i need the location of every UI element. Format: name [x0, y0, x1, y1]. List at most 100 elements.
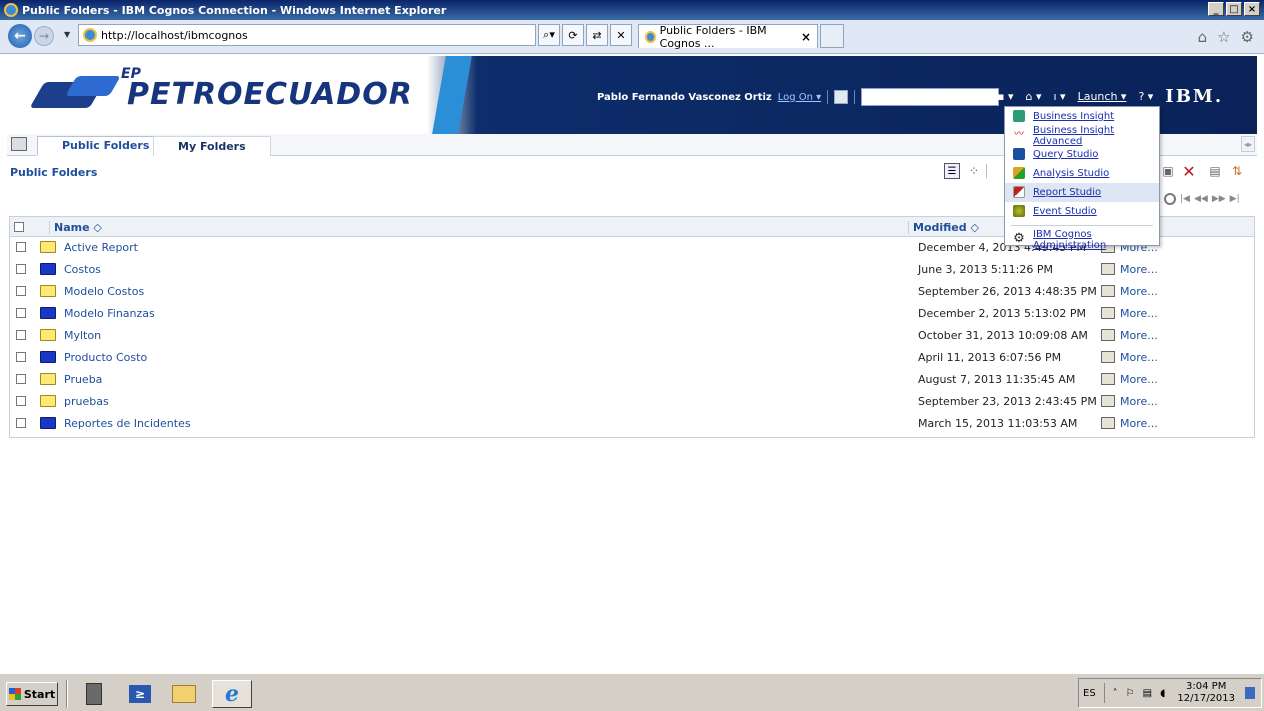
new-tab-button[interactable]	[820, 24, 844, 48]
delete-icon[interactable]: ✕	[1181, 162, 1197, 181]
table-row[interactable]: Modelo Costos September 26, 2013 4:48:35 …	[10, 281, 1254, 303]
forward-button[interactable]: →	[34, 26, 54, 46]
menu-item-label[interactable]: Event Studio	[1033, 206, 1097, 217]
breadcrumb[interactable]: Public Folders	[10, 166, 97, 179]
item-name-link[interactable]: Reportes de Incidentes	[64, 417, 191, 430]
launch-button[interactable]: Launch ▾	[1078, 90, 1127, 103]
more-link[interactable]: More...	[1120, 395, 1158, 408]
table-row[interactable]: Producto Costo April 11, 2013 6:07:56 PM M…	[10, 347, 1254, 369]
action-center-flag-icon[interactable]: ⚐	[1126, 688, 1135, 699]
menu-item-query-studio[interactable]: Query Studio	[1005, 145, 1159, 164]
menu-item-business-insight[interactable]: Business Insight	[1005, 107, 1159, 126]
refresh-page-icon[interactable]	[834, 90, 849, 104]
item-name-link[interactable]: Modelo Costos	[64, 285, 144, 298]
item-name-link[interactable]: Producto Costo	[64, 351, 147, 364]
stop-icon[interactable]: ✕	[610, 24, 632, 46]
more-actions-icon[interactable]	[1101, 417, 1115, 429]
address-search-icon[interactable]: ⌕▾	[538, 24, 560, 46]
row-checkbox[interactable]	[16, 352, 26, 362]
item-name-link[interactable]: Modelo Finanzas	[64, 307, 155, 320]
column-modified-header[interactable]: Modified ◇	[908, 221, 979, 234]
table-row[interactable]: Reportes de Incidentes March 15, 2013 11:…	[10, 413, 1254, 435]
tab-close-icon[interactable]: ×	[801, 30, 811, 44]
browser-tab-active[interactable]: Public Folders - IBM Cognos ... ×	[638, 24, 818, 50]
more-link[interactable]: More...	[1120, 329, 1158, 342]
row-checkbox[interactable]	[16, 242, 26, 252]
table-row[interactable]: Mylton October 31, 2013 10:09:08 AM More..…	[10, 325, 1254, 347]
menu-item-report-studio[interactable]: Report Studio	[1005, 183, 1159, 202]
tab-menu-icon[interactable]	[11, 137, 27, 151]
powershell-icon[interactable]: ≥	[126, 680, 154, 708]
more-link[interactable]: More...	[1120, 307, 1158, 320]
language-indicator[interactable]: ES	[1083, 688, 1096, 699]
row-checkbox[interactable]	[16, 308, 26, 318]
menu-item-label[interactable]: IBM Cognos Administration	[1033, 229, 1159, 251]
table-row[interactable]: Modelo Finanzas December 2, 2013 5:13:02 …	[10, 303, 1254, 325]
next-page-button[interactable]: ▶▶	[1212, 194, 1226, 204]
tab-my-folders[interactable]: My Folders	[153, 136, 271, 156]
compatibility-view-icon[interactable]: ⟳	[562, 24, 584, 46]
menu-item-analysis-studio[interactable]: Analysis Studio	[1005, 164, 1159, 183]
item-name-link[interactable]: Mylton	[64, 329, 101, 342]
table-row[interactable]: Prueba August 7, 2013 11:35:45 AM More...	[10, 369, 1254, 391]
menu-item-business-insight-advanced[interactable]: 〰 Business Insight Advanced	[1005, 125, 1159, 147]
menu-item-label[interactable]: Query Studio	[1033, 149, 1098, 160]
menu-item-cognos-administration[interactable]: ⚙ IBM Cognos Administration	[1005, 229, 1159, 251]
row-checkbox[interactable]	[16, 264, 26, 274]
home-menu-button[interactable]: ⌂ ▾	[1025, 90, 1041, 103]
maximize-button[interactable]: □	[1226, 2, 1242, 16]
more-link[interactable]: More...	[1120, 285, 1158, 298]
favorites-icon[interactable]: ☆	[1217, 28, 1230, 46]
file-explorer-icon[interactable]	[170, 680, 198, 708]
row-checkbox[interactable]	[16, 418, 26, 428]
tab-scroll-icon[interactable]: ◂▸	[1241, 136, 1255, 152]
help-button[interactable]: ? ▾	[1138, 90, 1153, 103]
menu-item-label[interactable]: Business Insight Advanced	[1033, 125, 1159, 147]
clock[interactable]: 3:04 PM 12/17/2013	[1177, 681, 1235, 705]
address-bar[interactable]: http://localhost/ibmcognos	[78, 24, 536, 46]
cognos-search-input[interactable]	[861, 88, 1000, 106]
item-name-link[interactable]: Costos	[64, 263, 101, 276]
tools-gear-icon[interactable]: ⚙	[1241, 28, 1254, 46]
details-view-icon[interactable]: ⁘	[966, 163, 982, 179]
list-view-icon[interactable]: ☰	[944, 163, 960, 179]
last-page-button[interactable]: ▶|	[1230, 194, 1240, 204]
minimize-button[interactable]: _	[1208, 2, 1224, 16]
start-button[interactable]: Start	[6, 682, 58, 706]
internet-explorer-taskbar-icon[interactable]: e	[212, 680, 252, 708]
search-options-button[interactable]: ▪ ▾	[997, 90, 1013, 103]
menu-item-event-studio[interactable]: Event Studio	[1005, 202, 1159, 221]
row-checkbox[interactable]	[16, 374, 26, 384]
item-name-link[interactable]: Prueba	[64, 373, 102, 386]
first-page-button[interactable]: |◀	[1180, 194, 1190, 204]
more-actions-icon[interactable]	[1101, 307, 1115, 319]
item-name-link[interactable]: Active Report	[64, 241, 138, 254]
history-dropdown-icon[interactable]: ▼	[64, 30, 70, 39]
log-on-link[interactable]: Log On ▾	[778, 92, 821, 103]
table-row[interactable]: pruebas September 23, 2013 2:43:45 PM More…	[10, 391, 1254, 413]
column-name-header[interactable]: Name ◇	[49, 221, 102, 234]
volume-icon[interactable]: ◖	[1160, 688, 1165, 699]
menu-item-label[interactable]: Business Insight	[1033, 111, 1114, 122]
server-manager-icon[interactable]	[80, 680, 108, 708]
show-hidden-icons-icon[interactable]: ˄	[1113, 688, 1118, 699]
show-desktop-button[interactable]	[1245, 687, 1256, 699]
row-checkbox[interactable]	[16, 286, 26, 296]
paste-icon[interactable]: ▣	[1160, 163, 1176, 179]
table-row[interactable]: Costos June 3, 2013 5:11:26 PM More...	[10, 259, 1254, 281]
more-actions-icon[interactable]	[1101, 395, 1115, 407]
back-button[interactable]: ←	[8, 24, 32, 48]
more-actions-icon[interactable]	[1101, 285, 1115, 297]
more-actions-icon[interactable]	[1101, 351, 1115, 363]
previous-page-button[interactable]: ◀◀	[1194, 194, 1208, 204]
close-button[interactable]: ×	[1244, 2, 1260, 16]
menu-item-label[interactable]: Analysis Studio	[1033, 168, 1109, 179]
more-actions-icon[interactable]	[1101, 329, 1115, 341]
item-name-link[interactable]: pruebas	[64, 395, 109, 408]
more-link[interactable]: More...	[1120, 373, 1158, 386]
more-actions-icon[interactable]	[1101, 373, 1115, 385]
row-checkbox[interactable]	[16, 396, 26, 406]
row-checkbox[interactable]	[16, 330, 26, 340]
order-icon[interactable]: ⇅	[1229, 163, 1245, 179]
home-icon[interactable]: ⌂	[1198, 28, 1208, 46]
